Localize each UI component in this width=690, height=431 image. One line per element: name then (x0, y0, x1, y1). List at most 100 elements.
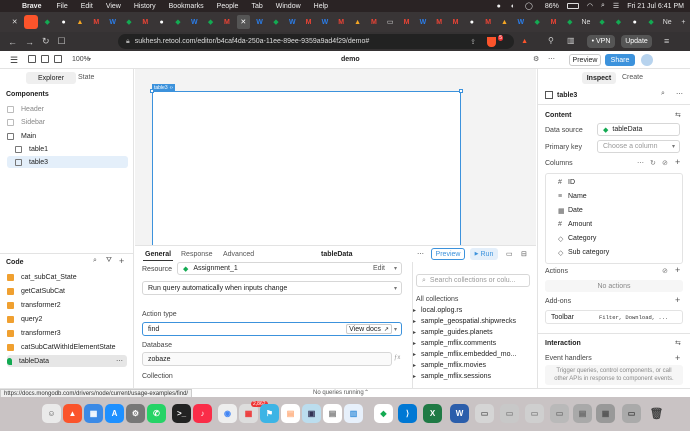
menu-window[interactable]: Window (276, 3, 301, 10)
preview-app-icon[interactable]: ▣ (302, 404, 321, 423)
chevron-up-icon[interactable]: ⌃ (364, 389, 369, 396)
collection-item[interactable]: ▸ sample_geospatial.shipwrecks (413, 318, 516, 325)
view-docs-button[interactable]: View docs ↗ (346, 324, 392, 334)
forward-arrow-icon[interactable]: → (25, 37, 34, 47)
menu-icon[interactable]: ≡ (664, 36, 669, 46)
clock[interactable]: Fri 21 Jul 6:41 PM (627, 3, 684, 10)
terminal-icon[interactable]: >_ (172, 404, 191, 423)
component-table1[interactable]: table1 (15, 143, 127, 155)
add-addon-icon[interactable]: + (675, 295, 680, 305)
stickies-icon[interactable]: ▤ (281, 404, 300, 423)
right-panel-toggle-icon[interactable] (54, 55, 62, 63)
tab-mongodb-icon[interactable]: ◆ (563, 15, 576, 29)
trash-icon[interactable]: 🗑︎ (647, 404, 666, 423)
tab-gmail-icon[interactable]: M (433, 15, 446, 29)
brave-shield-icon[interactable] (487, 36, 496, 47)
tab-mongodb-icon[interactable]: ◆ (171, 15, 184, 29)
tab-w-icon[interactable]: W (318, 15, 331, 29)
avatar[interactable] (641, 54, 653, 66)
add-event-handler-icon[interactable]: + (675, 353, 680, 363)
image-icon[interactable]: ▭ (622, 404, 641, 423)
collection-item[interactable]: ▸ local.oplog.rs (413, 307, 462, 314)
vpn-button[interactable]: • VPN (587, 35, 615, 48)
close-panel-icon[interactable]: ⊟ (521, 250, 527, 258)
finder-icon[interactable]: ☺ (42, 404, 61, 423)
code-item[interactable]: query2 (7, 313, 127, 325)
tab-state[interactable]: State (78, 74, 94, 81)
code-item[interactable]: transformer2 (7, 299, 127, 311)
expand-icon[interactable]: ▭ (506, 250, 513, 258)
sidebar-toggle-icon[interactable]: ▥ (567, 36, 575, 45)
tab-github-icon[interactable]: ● (155, 15, 168, 29)
tab-github-icon[interactable]: ● (628, 15, 641, 29)
reload-icon[interactable]: ↻ (42, 36, 50, 47)
search-icon[interactable]: ⌕ (661, 90, 665, 98)
tab-mongodb-icon[interactable]: ◆ (269, 15, 282, 29)
tab-mongodb-icon[interactable]: ◆ (531, 15, 544, 29)
whatsapp-icon[interactable]: ✆ (147, 404, 166, 423)
database-input[interactable]: zobaze (142, 352, 392, 366)
tab-w-icon[interactable]: W (253, 15, 266, 29)
tab-mongodb-icon[interactable]: ◆ (122, 15, 135, 29)
tab-response[interactable]: Response (181, 251, 213, 258)
menu-file[interactable]: File (56, 3, 67, 10)
postman-icon[interactable]: ⚑ (260, 404, 279, 423)
menu-brave[interactable]: Brave (22, 3, 41, 10)
brave-icon[interactable]: ▲ (63, 404, 82, 423)
table3-component[interactable]: table3 ‹› (150, 84, 463, 246)
share-icon[interactable]: ⇪ (470, 38, 476, 46)
chrome-icon[interactable]: ◉ (218, 404, 237, 423)
tab-w-icon[interactable]: W (188, 15, 201, 29)
app-name[interactable]: demo (341, 56, 360, 63)
address-bar[interactable]: 🔒︎ sukhesh.retool.com/editor/b4caf4da-25… (118, 34, 528, 49)
new-tab-plus-icon[interactable]: + (677, 15, 690, 29)
tab-general[interactable]: General (145, 251, 171, 258)
component-table3[interactable]: table3 (7, 156, 128, 168)
column-name[interactable]: ≡ Name (558, 190, 587, 203)
more-icon[interactable]: ⋯ (548, 55, 555, 63)
inspector-title[interactable]: table3 (557, 92, 577, 99)
tab-gmail-icon[interactable]: M (139, 15, 152, 29)
collection-item[interactable]: ▸ sample_mflix.movies (413, 362, 486, 369)
fx-icon[interactable]: ƒx (394, 355, 400, 361)
tab-w-icon[interactable]: W (514, 15, 527, 29)
tab-gmail-icon[interactable]: M (302, 15, 315, 29)
run-mode-select[interactable]: Run query automatically when inputs chan… (142, 281, 402, 295)
tab-inspect[interactable]: Inspect (582, 72, 616, 84)
tab-gmail-icon[interactable]: M (367, 15, 380, 29)
folder-icon[interactable]: ▦ (596, 404, 615, 423)
code-item[interactable]: transformer3 (7, 327, 127, 339)
preview-query-button[interactable]: Preview (431, 248, 465, 260)
debug-icon[interactable]: ⚙ (533, 55, 539, 63)
tab-ne[interactable]: Ne (579, 15, 592, 29)
mongodb-compass-icon[interactable]: ◆ (374, 404, 393, 423)
tab-icon[interactable]: ▭ (384, 15, 397, 29)
bookmark-icon[interactable]: ☐ (58, 36, 66, 47)
component-main[interactable]: Main (7, 130, 127, 142)
tab-explorer[interactable]: Explorer (26, 72, 76, 84)
tab-gmail-icon[interactable]: M (220, 15, 233, 29)
tab-gmail-icon[interactable]: M (482, 15, 495, 29)
tab-create[interactable]: Create (622, 74, 643, 81)
visibility-icon[interactable]: ⊘ (662, 267, 668, 275)
settings-icon[interactable]: ⇆ (675, 339, 681, 347)
brave-tab-icon[interactable] (24, 15, 38, 29)
visibility-icon[interactable]: ⊘ (662, 159, 668, 167)
component-header[interactable]: Header (7, 103, 127, 115)
textedit-icon[interactable]: ▤ (323, 404, 342, 423)
resource-select[interactable]: ◆ Assignment_1 Edit ▾ (177, 262, 402, 275)
action-type-select[interactable]: find View docs ↗ ▾ (142, 322, 402, 336)
code-item[interactable]: cat_subCat_State (7, 271, 127, 283)
more-icon[interactable]: ⋯ (417, 250, 424, 258)
menu-help[interactable]: Help (314, 3, 328, 10)
tab-icon[interactable]: ▲ (351, 15, 364, 29)
tab-gmail-icon[interactable]: M (335, 15, 348, 29)
settings-icon[interactable]: ⇆ (675, 111, 681, 119)
component-sidebar[interactable]: Sidebar (7, 116, 127, 128)
control-center-icon[interactable]: ☰ (613, 2, 619, 10)
tab-gmail-icon[interactable]: M (90, 15, 103, 29)
tab-mongodb-icon[interactable]: ◆ (204, 15, 217, 29)
vscode-icon[interactable]: ⟩ (398, 404, 417, 423)
add-action-icon[interactable]: + (675, 265, 680, 275)
more-icon[interactable]: ⋯ (676, 90, 683, 98)
